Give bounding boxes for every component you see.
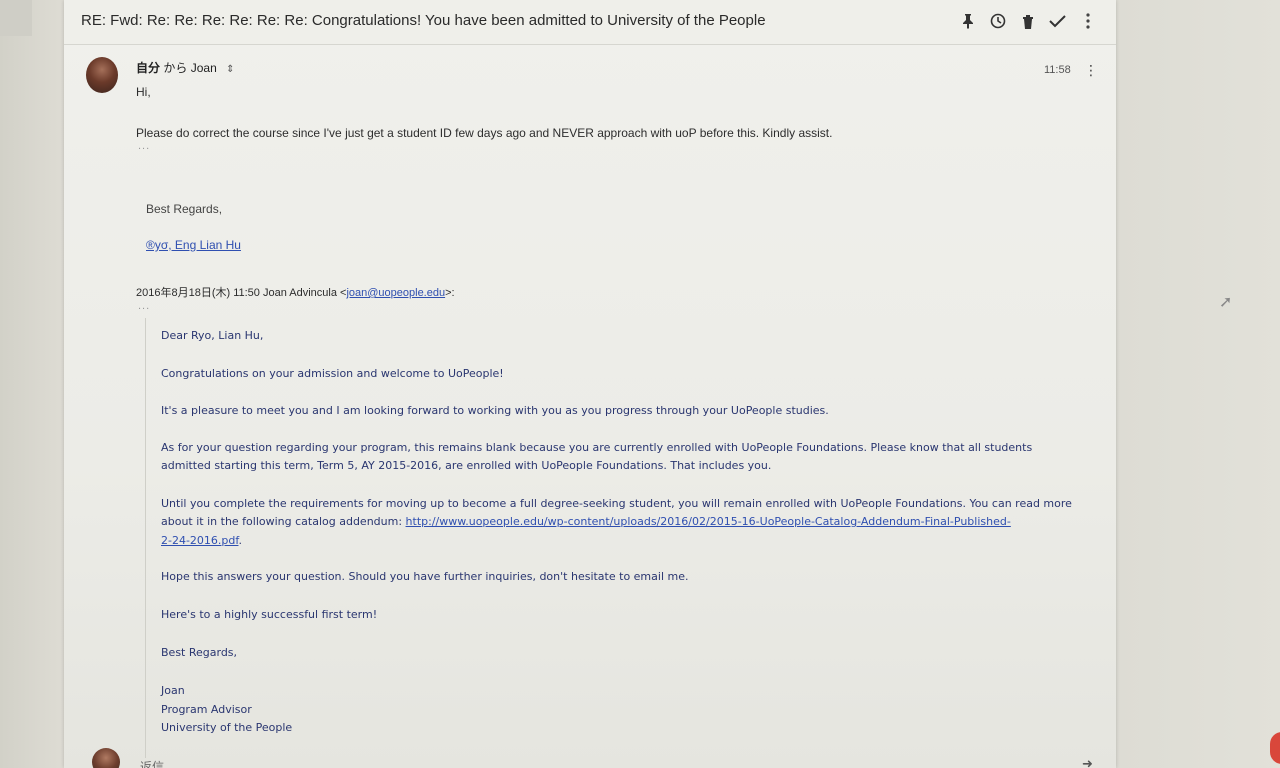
quoted-program-1: As for your question regarding your prog…	[161, 441, 1033, 454]
message-time: 11:58	[1044, 64, 1071, 76]
catalog-addendum-link[interactable]: http://www.uopeople.edu/wp-content/uploa…	[406, 515, 1011, 528]
trash-icon[interactable]	[1019, 11, 1036, 31]
signature-link[interactable]: ®yσ, Eng Lian Hu	[146, 238, 241, 252]
done-check-icon[interactable]	[1049, 11, 1066, 31]
mouse-cursor-icon: ➚	[1219, 294, 1233, 311]
quoted-congrats: Congratulations on your admission and we…	[161, 367, 504, 380]
email-thread-card: RE: Fwd: Re: Re: Re: Re: Re: Re: Congrat…	[64, 0, 1116, 768]
quoted-until-2: about it in the following catalog addend…	[161, 515, 1011, 528]
left-sidebar-chip	[0, 0, 32, 36]
quoted-first-term: Here's to a highly successful first term…	[161, 608, 378, 621]
my-avatar	[92, 748, 120, 768]
quoted-header-suffix: >:	[445, 287, 455, 299]
details-toggle-icon[interactable]: ⇕	[226, 64, 234, 75]
reply-label[interactable]: 返信	[140, 758, 164, 768]
quoted-signer-org: University of the People	[161, 721, 293, 734]
pin-icon[interactable]	[959, 11, 976, 31]
trimmed-content-toggle[interactable]: ...	[138, 140, 150, 152]
snooze-clock-icon[interactable]	[989, 11, 1006, 31]
email-subject: RE: Fwd: Re: Re: Re: Re: Re: Re: Congrat…	[81, 12, 766, 29]
quoted-signer-name: Joan	[161, 684, 185, 697]
sender-line[interactable]: 自分 から Joan ⇕	[136, 59, 234, 76]
left-background	[0, 0, 64, 768]
quoted-until-3: 2-24-2016.pdf.	[161, 534, 242, 547]
quoted-catalog-prefix: about it in the following catalog addend…	[161, 515, 406, 528]
more-vert-icon[interactable]	[1079, 11, 1096, 31]
reply-row[interactable]: 返信 ➜	[92, 744, 1116, 768]
sender-avatar[interactable]	[86, 57, 118, 93]
message-more-icon[interactable]: ⋮	[1084, 62, 1098, 79]
quoted-until-1: Until you complete the requirements for …	[161, 497, 1072, 510]
sender-name: 自分	[136, 61, 161, 75]
quoted-salutation: Dear Ryo, Lian Hu,	[161, 329, 264, 342]
message-body: Please do correct the course since I've …	[136, 126, 833, 140]
catalog-addendum-link-cont[interactable]: 2-24-2016.pdf	[161, 534, 238, 547]
joan-email-link[interactable]: joan@uopeople.edu	[346, 287, 445, 299]
sign-off: Best Regards,	[146, 202, 223, 216]
forward-icon[interactable]: ➜	[1082, 756, 1093, 768]
thread-toolbar	[959, 11, 1096, 31]
quoted-trim-toggle[interactable]: ...	[138, 300, 150, 312]
quoted-signer-title: Program Advisor	[161, 703, 252, 716]
quoted-period: .	[238, 534, 242, 547]
subject-bar: RE: Fwd: Re: Re: Re: Re: Re: Re: Congrat…	[64, 0, 1116, 45]
compose-fab[interactable]	[1270, 732, 1280, 764]
quoted-header-prefix: 2016年8月18日(木) 11:50 Joan Advincula <	[136, 287, 347, 299]
recipient-name: Joan	[190, 61, 217, 75]
greeting: Hi,	[136, 85, 151, 99]
quoted-hope: Hope this answers your question. Should …	[161, 570, 689, 583]
quoted-header: 2016年8月18日(木) 11:50 Joan Advincula <joan…	[136, 284, 455, 300]
quoted-program-2: admitted starting this term, Term 5, AY …	[161, 459, 772, 472]
quoted-message: Dear Ryo, Lian Hu, Congratulations on yo…	[145, 318, 1072, 758]
right-background	[1116, 0, 1280, 768]
quoted-sign-off: Best Regards,	[161, 646, 238, 659]
sender-connector: から	[163, 61, 188, 75]
quoted-pleasure: It's a pleasure to meet you and I am loo…	[161, 404, 829, 417]
